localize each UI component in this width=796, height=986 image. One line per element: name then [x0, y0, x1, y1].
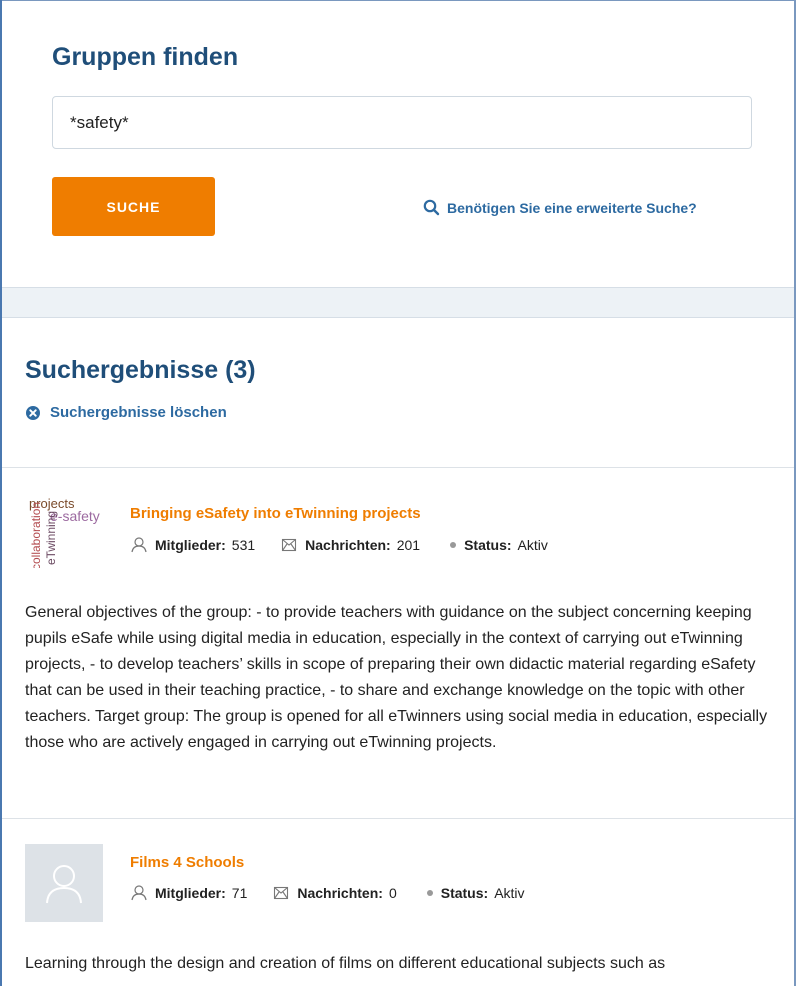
status-label: Status:	[464, 536, 512, 553]
user-icon	[131, 885, 147, 901]
status-dot-icon	[450, 541, 457, 548]
group-description: Learning through the design and creation…	[25, 955, 666, 972]
group-logo[interactable]: projects e-safety collaboration eTwinnin…	[25, 490, 103, 568]
messages-count: 0	[388, 884, 397, 901]
search-button[interactable]: SUCHE	[52, 177, 215, 236]
clear-circle-icon	[26, 405, 40, 420]
clear-results-link[interactable]: Suchergebnisse löschen	[25, 404, 227, 421]
messages-count: 201	[396, 536, 421, 553]
members-count: 71	[231, 884, 248, 901]
section-separator	[2, 287, 794, 318]
group-title-link[interactable]: Films 4 Schools	[130, 854, 244, 871]
results-title: Suchergebnisse (3)	[25, 356, 256, 384]
search-input[interactable]	[52, 96, 752, 149]
results-divider	[2, 818, 794, 819]
messages-label: Nachrichten:	[297, 884, 383, 901]
logo-etwinning-word: eTwinning	[44, 511, 58, 565]
group-meta: Mitglieder: 71 Nachrichten: 0 Status: Ak…	[130, 884, 525, 901]
group-result-card: projects e-safety collaboration eTwinnin…	[2, 490, 794, 805]
advanced-search-link[interactable]: Benötigen Sie eine erweiterte Suche?	[423, 199, 697, 216]
group-title-link[interactable]: Bringing eSafety into eTwinning projects	[130, 505, 421, 522]
members-label: Mitglieder:	[155, 536, 226, 553]
group-meta: Mitglieder: 531 Nachrichten: 201 Status:…	[130, 536, 548, 553]
group-avatar[interactable]	[25, 844, 103, 922]
clear-results-label: Suchergebnisse löschen	[50, 404, 227, 421]
avatar-placeholder-icon	[46, 865, 82, 904]
envelope-icon	[274, 886, 289, 899]
group-search-panel: Gruppen finden SUCHE Benötigen Sie eine …	[2, 1, 794, 287]
user-icon	[131, 537, 147, 553]
status-label: Status:	[440, 884, 489, 901]
members-label: Mitglieder:	[155, 884, 226, 901]
group-result-card: Films 4 Schools Mitglieder: 71 Nachricht…	[2, 844, 794, 986]
advanced-search-label: Benötigen Sie eine erweiterte Suche?	[447, 199, 697, 216]
envelope-icon	[282, 538, 297, 551]
logo-collaboration-word: collaboration	[29, 502, 43, 568]
members-count: 531	[231, 536, 256, 553]
status-value: Aktiv	[517, 536, 548, 553]
results-divider	[2, 467, 794, 468]
group-description: General objectives of the group: - to pr…	[25, 604, 768, 751]
messages-label: Nachrichten:	[305, 536, 391, 553]
status-dot-icon	[426, 889, 433, 896]
status-value: Aktiv	[494, 884, 525, 901]
page-title: Gruppen finden	[52, 43, 239, 71]
search-icon	[423, 199, 440, 216]
